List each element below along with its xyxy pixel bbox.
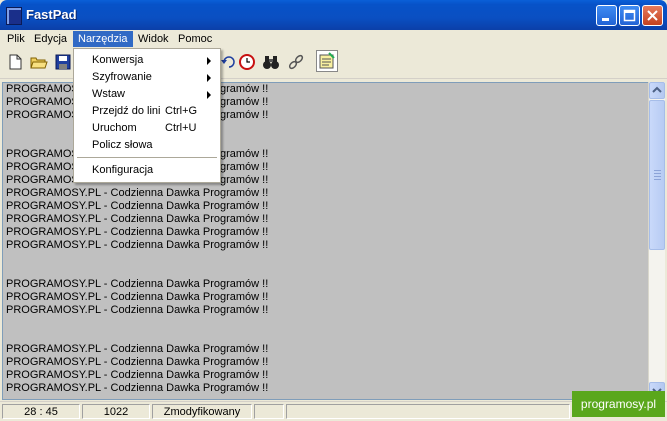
submenu-arrow-icon [207, 57, 211, 65]
text-line: PROGRAMOSY.PL - Codzienna Dawka Programó… [6, 239, 269, 251]
menu-separator [77, 157, 217, 158]
menu-item-uruchom[interactable]: Uruchom Ctrl+U [74, 120, 220, 137]
close-button[interactable] [642, 5, 663, 26]
watermark-logo: programosy.pl [572, 391, 665, 417]
maximize-icon [623, 9, 636, 22]
binoculars-icon [263, 56, 279, 69]
menu-plik[interactable]: Plik [2, 31, 30, 47]
menu-bar: Plik Edycja Narzędzia Widok Pomoc [0, 30, 667, 48]
open-folder-icon [30, 57, 48, 69]
link-icon [288, 54, 304, 70]
find-button[interactable] [262, 53, 280, 71]
minimize-icon [602, 18, 609, 21]
vertical-scrollbar[interactable] [648, 82, 665, 400]
undo-icon [221, 56, 235, 68]
char-count: 1022 [82, 404, 150, 419]
menu-item-label: Konwersja [92, 54, 144, 66]
window-title: FastPad [26, 7, 77, 22]
text-line: PROGRAMOSY.PL - Codzienna Dawka Programó… [6, 343, 269, 355]
narzedzia-menu: Konwersja Szyfrowanie Wstaw Przejdź do l… [73, 48, 221, 183]
minimize-button[interactable] [596, 5, 617, 26]
grip-line [654, 173, 661, 174]
scroll-up-button[interactable] [649, 82, 665, 99]
status-bar: 28 : 45 1022 Zmodyfikowany [0, 401, 667, 421]
menu-item-label: Przejdź do lini [92, 105, 161, 117]
text-line: PROGRAMOSY.PL - Codzienna Dawka Programó… [6, 369, 269, 381]
modified-status: Zmodyfikowany [152, 404, 252, 419]
menu-narzedzia[interactable]: Narzędzia [73, 31, 133, 47]
title-bar[interactable]: FastPad [0, 0, 667, 30]
app-icon[interactable] [6, 7, 22, 25]
text-line: PROGRAMOSY.PL - Codzienna Dawka Programó… [6, 278, 269, 290]
new-file-button[interactable] [6, 53, 24, 71]
text-line: PROGRAMOSY.PL - Codzienna Dawka Programó… [6, 291, 269, 303]
notes-button[interactable] [316, 50, 338, 72]
undo-button[interactable] [220, 53, 238, 71]
menu-item-label: Uruchom [92, 122, 137, 134]
notes-icon [319, 52, 335, 69]
grip-line [654, 170, 661, 171]
text-line: PROGRAMOSY.PL - Codzienna Dawka Programó… [6, 226, 269, 238]
menu-edycja[interactable]: Edycja [29, 31, 72, 47]
menu-item-wstaw[interactable]: Wstaw [74, 86, 220, 103]
menu-pomoc[interactable]: Pomoc [173, 31, 217, 47]
text-line: PROGRAMOSY.PL - Codzienna Dawka Programó… [6, 304, 269, 316]
text-line: PROGRAMOSY.PL - Codzienna Dawka Programó… [6, 187, 269, 199]
cursor-position: 28 : 45 [2, 404, 80, 419]
text-line: PROGRAMOSY.PL - Codzienna Dawka Programó… [6, 356, 269, 368]
link-button[interactable] [287, 53, 305, 71]
grip-line [654, 176, 661, 177]
maximize-button[interactable] [619, 5, 640, 26]
menu-item-szyfrowanie[interactable]: Szyfrowanie [74, 69, 220, 86]
new-file-icon [9, 54, 22, 70]
menu-item-konwersja[interactable]: Konwersja [74, 52, 220, 69]
text-line: PROGRAMOSY.PL - Codzienna Dawka Programó… [6, 200, 269, 212]
menu-item-shortcut: Ctrl+G [165, 105, 198, 117]
status-panel-empty [286, 404, 570, 419]
menu-item-konfiguracja[interactable]: Konfiguracja [74, 162, 220, 179]
menu-widok[interactable]: Widok [133, 31, 174, 47]
text-line: PROGRAMOSY.PL - Codzienna Dawka Programó… [6, 382, 269, 394]
clock-icon [239, 54, 255, 70]
menu-item-label: Wstaw [92, 88, 125, 100]
chevron-up-icon [652, 86, 662, 93]
submenu-arrow-icon [207, 91, 211, 99]
submenu-arrow-icon [207, 74, 211, 82]
clock-button[interactable] [238, 53, 256, 71]
grip-line [654, 179, 661, 180]
menu-item-policz-slowa[interactable]: Policz słowa [74, 137, 220, 154]
menu-item-label: Konfiguracja [92, 164, 154, 176]
text-line: PROGRAMOSY.PL - Codzienna Dawka Programó… [6, 213, 269, 225]
scroll-thumb[interactable] [649, 100, 665, 250]
fastpad-window: FastPad Plik Edycja Narzędzia Widok Pomo… [0, 0, 667, 421]
menu-item-label: Szyfrowanie [92, 71, 152, 83]
menu-item-shortcut: Ctrl+U [165, 122, 197, 134]
status-panel-empty [254, 404, 284, 419]
save-button[interactable] [54, 53, 72, 71]
menu-item-label: Policz słowa [92, 139, 153, 151]
open-button[interactable] [30, 53, 48, 71]
close-icon [647, 10, 658, 21]
menu-item-przejdz[interactable]: Przejdź do lini Ctrl+G [74, 103, 220, 120]
save-icon [55, 54, 71, 70]
